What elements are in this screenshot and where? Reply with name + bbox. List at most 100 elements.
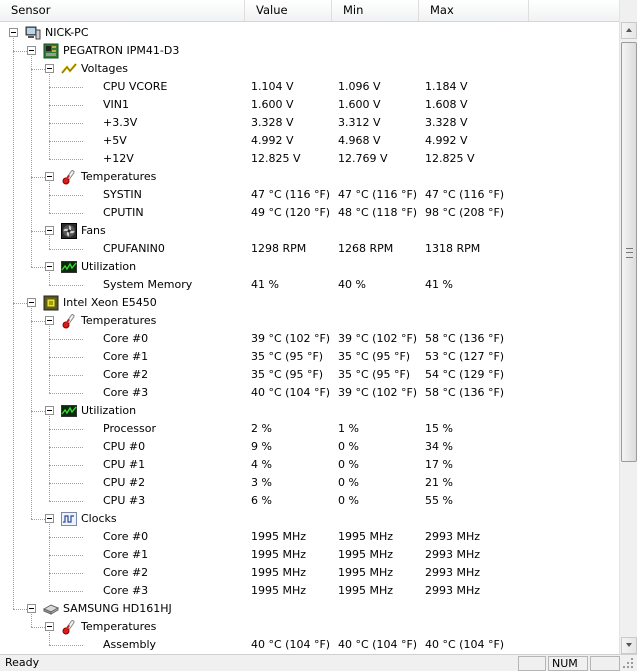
collapse-toggle-icon[interactable]: [45, 172, 54, 181]
vertical-scrollbar[interactable]: [619, 0, 637, 654]
sensor-min: 4.968 V: [338, 134, 381, 147]
sensor-name: +12V: [103, 152, 134, 165]
collapse-toggle-icon[interactable]: [45, 406, 54, 415]
sensor-row[interactable]: Core #0 1995 MHz 1995 MHz 2993 MHz: [0, 528, 619, 546]
tree-node[interactable]: Temperatures: [0, 312, 619, 330]
sensor-row[interactable]: Processor 2 % 1 % 15 %: [0, 420, 619, 438]
sensor-max: 1318 RPM: [425, 242, 481, 255]
sensor-row[interactable]: Core #2 1995 MHz 1995 MHz 2993 MHz: [0, 564, 619, 582]
sensor-row[interactable]: CPU #0 9 % 0 % 34 %: [0, 438, 619, 456]
sensor-min: 35 °C (95 °F): [338, 350, 411, 363]
sensor-value: 4.992 V: [251, 134, 294, 147]
scroll-down-button[interactable]: [621, 637, 637, 654]
sensor-value: 3.328 V: [251, 116, 294, 129]
column-header-sensor[interactable]: Sensor: [0, 0, 245, 21]
sensor-row[interactable]: Core #1 1995 MHz 1995 MHz 2993 MHz: [0, 546, 619, 564]
sensor-max: 4.992 V: [425, 134, 468, 147]
sensor-row[interactable]: Assembly 40 °C (104 °F) 40 °C (104 °F) 40 °…: [0, 636, 619, 654]
collapse-toggle-icon[interactable]: [45, 226, 54, 235]
sensor-min: 39 °C (102 °F): [338, 386, 418, 399]
sensor-min: 40 °C (104 °F): [338, 638, 418, 651]
motherboard-icon: [43, 43, 59, 59]
tree-node[interactable]: SAMSUNG HD161HJ: [0, 600, 619, 618]
sensor-max: 55 %: [425, 494, 453, 507]
sensor-row[interactable]: CPU #1 4 % 0 % 17 %: [0, 456, 619, 474]
collapse-toggle-icon[interactable]: [45, 64, 54, 73]
status-panel-empty: [518, 656, 546, 671]
sensor-row[interactable]: +12V 12.825 V 12.769 V 12.825 V: [0, 150, 619, 168]
sensor-value: 12.825 V: [251, 152, 301, 165]
sensor-min: 1.600 V: [338, 98, 381, 111]
node-label: Utilization: [81, 404, 137, 417]
num-lock-indicator: NUM: [548, 656, 588, 671]
sensor-row[interactable]: Core #1 35 °C (95 °F) 35 °C (95 °F) 53 °C (…: [0, 348, 619, 366]
column-header-max[interactable]: Max: [419, 0, 529, 21]
utilization-icon: [61, 403, 77, 419]
sensor-min: 1268 RPM: [338, 242, 394, 255]
sensor-row[interactable]: CPU #3 6 % 0 % 55 %: [0, 492, 619, 510]
scroll-up-button[interactable]: [621, 22, 637, 39]
sensor-min: 1995 MHz: [338, 584, 394, 597]
scrollbar-thumb[interactable]: [621, 42, 637, 462]
tree-node[interactable]: Temperatures: [0, 618, 619, 636]
node-label: Intel Xeon E5450: [63, 296, 157, 309]
sensor-max: 3.328 V: [425, 116, 468, 129]
arrow-down-icon: [626, 643, 632, 647]
sensor-row[interactable]: CPU #2 3 % 0 % 21 %: [0, 474, 619, 492]
tree-node[interactable]: PEGATRON IPM41-D3: [0, 42, 619, 60]
node-label: Clocks: [81, 512, 117, 525]
collapse-toggle-icon[interactable]: [45, 316, 54, 325]
tree-node[interactable]: Voltages: [0, 60, 619, 78]
resize-grip-icon[interactable]: [622, 657, 635, 670]
tree-node[interactable]: Intel Xeon E5450: [0, 294, 619, 312]
sensor-name: Core #2: [103, 566, 149, 579]
grip-icon: [626, 248, 633, 258]
collapse-toggle-icon[interactable]: [27, 298, 36, 307]
collapse-toggle-icon[interactable]: [27, 604, 36, 613]
sensor-value: 1995 MHz: [251, 584, 307, 597]
tree-node[interactable]: Clocks: [0, 510, 619, 528]
sensor-min: 0 %: [338, 440, 359, 453]
thermometer-icon: [61, 169, 77, 185]
collapse-toggle-icon[interactable]: [45, 262, 54, 271]
sensor-row[interactable]: Core #0 39 °C (102 °F) 39 °C (102 °F) 58 °C…: [0, 330, 619, 348]
sensor-row[interactable]: Core #3 1995 MHz 1995 MHz 2993 MHz: [0, 582, 619, 600]
sensor-name: Core #3: [103, 584, 149, 597]
sensor-row[interactable]: CPUTIN 49 °C (120 °F) 48 °C (118 °F) 98 °C …: [0, 204, 619, 222]
collapse-toggle-icon[interactable]: [45, 622, 54, 631]
sensor-row[interactable]: CPU VCORE 1.104 V 1.096 V 1.184 V: [0, 78, 619, 96]
collapse-toggle-icon[interactable]: [9, 28, 18, 37]
sensor-max: 2993 MHz: [425, 530, 481, 543]
sensor-tree[interactable]: NICK-PC PEGATRON IPM41-D3 Voltages CPU VCOR…: [0, 22, 619, 654]
sensor-row[interactable]: SYSTIN 47 °C (116 °F) 47 °C (116 °F) 47 °C …: [0, 186, 619, 204]
tree-node[interactable]: Utilization: [0, 402, 619, 420]
sensor-row[interactable]: Core #2 35 °C (95 °F) 35 °C (95 °F) 54 °C (…: [0, 366, 619, 384]
sensor-row[interactable]: +5V 4.992 V 4.968 V 4.992 V: [0, 132, 619, 150]
collapse-toggle-icon[interactable]: [45, 514, 54, 523]
sensor-row[interactable]: Core #3 40 °C (104 °F) 39 °C (102 °F) 58 °C…: [0, 384, 619, 402]
sensor-max: 47 °C (116 °F): [425, 188, 505, 201]
collapse-toggle-icon[interactable]: [27, 46, 36, 55]
sensor-max: 53 °C (127 °F): [425, 350, 505, 363]
tree-node[interactable]: NICK-PC: [0, 24, 619, 42]
sensor-name: CPUTIN: [103, 206, 144, 219]
sensor-max: 2993 MHz: [425, 548, 481, 561]
sensor-row[interactable]: VIN1 1.600 V 1.600 V 1.608 V: [0, 96, 619, 114]
tree-node[interactable]: Temperatures: [0, 168, 619, 186]
sensor-value: 39 °C (102 °F): [251, 332, 331, 345]
tree-node[interactable]: Fans: [0, 222, 619, 240]
sensor-name: Processor: [103, 422, 156, 435]
sensor-max: 2993 MHz: [425, 584, 481, 597]
computer-icon: [25, 25, 41, 41]
sensor-min: 35 °C (95 °F): [338, 368, 411, 381]
sensor-row[interactable]: CPUFANIN0 1298 RPM 1268 RPM 1318 RPM: [0, 240, 619, 258]
sensor-max: 2993 MHz: [425, 566, 481, 579]
column-header-min[interactable]: Min: [332, 0, 419, 21]
sensor-row[interactable]: +3.3V 3.328 V 3.312 V 3.328 V: [0, 114, 619, 132]
sensor-row[interactable]: System Memory 41 % 40 % 41 %: [0, 276, 619, 294]
sensor-value: 40 °C (104 °F): [251, 386, 331, 399]
tree-node[interactable]: Utilization: [0, 258, 619, 276]
column-header-value[interactable]: Value: [245, 0, 332, 21]
sensor-name: Assembly: [103, 638, 157, 651]
sensor-value: 49 °C (120 °F): [251, 206, 331, 219]
